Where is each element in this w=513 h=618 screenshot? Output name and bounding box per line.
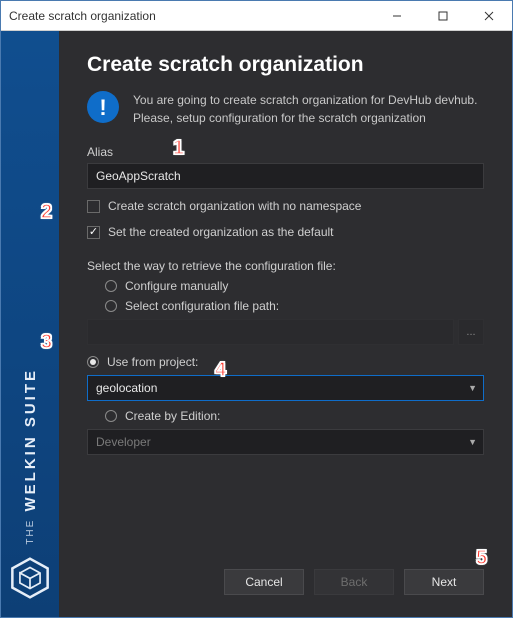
chevron-down-icon: ▼ (468, 383, 477, 393)
config-path-input[interactable] (87, 319, 454, 345)
radio-configure-manually[interactable]: Configure manually (105, 279, 484, 293)
edition-combo[interactable]: Developer ▼ (87, 429, 484, 455)
titlebar: Create scratch organization (1, 1, 512, 31)
radio-use-from-project[interactable]: Use from project: (87, 355, 484, 369)
radio-create-by-edition-label: Create by Edition: (125, 409, 220, 423)
intro-line-2: Please, setup configuration for the scra… (133, 109, 477, 127)
minimize-button[interactable] (374, 1, 420, 31)
close-button[interactable] (466, 1, 512, 31)
checkbox-set-default[interactable]: Set the created organization as the defa… (87, 225, 484, 239)
cancel-button[interactable]: Cancel (224, 569, 304, 595)
intro-block: ! You are going to create scratch organi… (87, 91, 484, 127)
project-combo-value: geolocation (96, 381, 157, 395)
checkbox-box-icon (87, 226, 100, 239)
window-title: Create scratch organization (9, 9, 156, 23)
retrieve-heading: Select the way to retrieve the configura… (87, 259, 484, 273)
checkbox-no-namespace-label: Create scratch organization with no name… (108, 199, 361, 213)
radio-dot-icon (87, 356, 99, 368)
dialog-window: Create scratch organization THE WELKIN S… (0, 0, 513, 618)
edition-combo-value: Developer (96, 435, 151, 449)
checkbox-no-namespace[interactable]: Create scratch organization with no name… (87, 199, 484, 213)
radio-dot-icon (105, 410, 117, 422)
page-title: Create scratch organization (87, 53, 484, 77)
browse-button[interactable]: ... (458, 319, 484, 345)
maximize-button[interactable] (420, 1, 466, 31)
checkbox-box-icon (87, 200, 100, 213)
brand-text: THE WELKIN SUITE (22, 368, 39, 545)
radio-configure-manually-label: Configure manually (125, 279, 228, 293)
radio-dot-icon (105, 280, 117, 292)
checkbox-set-default-label: Set the created organization as the defa… (108, 225, 334, 239)
back-button: Back (314, 569, 394, 595)
radio-select-path[interactable]: Select configuration file path: (105, 299, 484, 313)
info-icon: ! (87, 91, 119, 123)
dialog-footer: Cancel Back Next (87, 549, 484, 617)
project-combo[interactable]: geolocation ▼ (87, 375, 484, 401)
radio-create-by-edition[interactable]: Create by Edition: (105, 409, 484, 423)
next-button[interactable]: Next (404, 569, 484, 595)
radio-select-path-label: Select configuration file path: (125, 299, 279, 313)
alias-label: Alias (87, 145, 484, 159)
radio-use-from-project-label: Use from project: (107, 355, 198, 369)
intro-line-1: You are going to create scratch organiza… (133, 91, 477, 109)
alias-input[interactable] (87, 163, 484, 189)
content-panel: 1 2 3 4 5 Create scratch organization ! … (59, 31, 512, 617)
brand-logo-icon (9, 557, 51, 599)
chevron-down-icon: ▼ (468, 437, 477, 447)
radio-dot-icon (105, 300, 117, 312)
brand-sidebar: THE WELKIN SUITE (1, 31, 59, 617)
